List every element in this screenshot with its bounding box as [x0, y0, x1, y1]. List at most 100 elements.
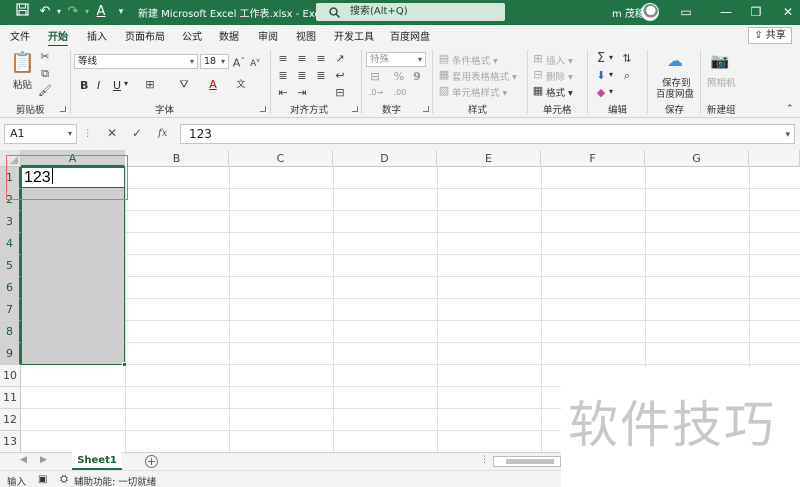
wrap-text-icon[interactable]: ↩ — [333, 69, 347, 83]
camera-icon[interactable]: 📷 — [709, 51, 731, 71]
clear-dropdown-icon[interactable]: ▾ — [609, 87, 613, 96]
number-launcher-icon[interactable] — [423, 106, 429, 112]
row-header-9[interactable]: 9 — [0, 343, 21, 365]
font-name-select[interactable]: 等线 ▾ — [74, 54, 198, 69]
row-header-6[interactable]: 6 — [0, 277, 21, 299]
avatar[interactable] — [641, 3, 659, 21]
autosum-dropdown-icon[interactable]: ▾ — [609, 53, 613, 62]
tab-baidu-netdisk[interactable]: 百度网盘 — [390, 28, 430, 43]
delete-cells-button[interactable]: 删除 ▾ — [546, 69, 573, 83]
row-header-11[interactable]: 11 — [0, 387, 21, 409]
row-header-13[interactable]: 13 — [0, 431, 21, 452]
next-sheet-icon[interactable]: ▶ — [40, 455, 47, 465]
align-middle-icon[interactable]: ≡ — [295, 52, 309, 66]
row-header-7[interactable]: 7 — [0, 299, 21, 321]
name-box[interactable]: A1 ▾ — [4, 124, 77, 144]
align-top-icon[interactable]: ≡ — [276, 52, 290, 66]
expand-formula-bar-icon[interactable]: ▾ — [785, 126, 790, 144]
fill-dropdown-icon[interactable]: ▾ — [609, 70, 613, 79]
number-format-select[interactable]: 特殊 ▾ — [366, 52, 426, 67]
cut-icon[interactable]: ✂ — [38, 50, 52, 64]
conditional-format-button[interactable]: 条件格式 ▾ — [452, 53, 498, 67]
tab-formulas[interactable]: 公式 — [182, 28, 202, 43]
percent-style-icon[interactable]: % — [392, 70, 406, 84]
fill-color-icon[interactable]: ⛛ — [176, 78, 192, 92]
decrease-decimal-icon[interactable]: .00 — [390, 86, 410, 100]
cell-styles-button[interactable]: 单元格样式 ▾ — [452, 85, 507, 99]
increase-font-icon[interactable]: A^ — [232, 54, 246, 71]
paste-icon[interactable]: 📋 — [10, 50, 35, 74]
phonetic-icon[interactable]: 文 — [234, 78, 248, 92]
close-icon[interactable]: ✕ — [768, 0, 800, 25]
column-header-d[interactable]: D — [333, 150, 437, 167]
font-color-quick-icon[interactable]: A — [92, 3, 110, 21]
collapse-ribbon-icon[interactable]: ⌃ — [786, 104, 794, 114]
tab-page-layout[interactable]: 页面布局 — [125, 28, 165, 43]
merge-center-icon[interactable]: ⊟ — [333, 86, 347, 100]
align-center-icon[interactable]: ≣ — [295, 69, 309, 83]
horizontal-scrollbar[interactable] — [493, 456, 561, 467]
share-button[interactable]: ⇪ 共享 — [748, 27, 792, 44]
underline-dropdown-icon[interactable]: ▾ — [124, 79, 128, 88]
column-header-e[interactable]: E — [437, 150, 541, 167]
baidu-netdisk-icon[interactable]: ☁ — [663, 51, 687, 71]
find-select-icon[interactable]: ⌕ — [619, 69, 635, 83]
align-right-icon[interactable]: ≣ — [314, 69, 328, 83]
paste-button[interactable]: 粘贴 — [13, 77, 32, 91]
font-size-select[interactable]: 18 ▾ — [200, 54, 229, 69]
font-launcher-icon[interactable] — [260, 106, 266, 112]
copy-icon[interactable]: ⧉ — [38, 67, 52, 81]
clipboard-launcher-icon[interactable] — [60, 106, 66, 112]
confirm-entry-icon[interactable]: ✓ — [132, 126, 142, 140]
accessibility-icon[interactable]: ⛭ — [60, 474, 68, 485]
tab-split-grip-icon[interactable]: ⋮ — [480, 455, 489, 465]
tab-data[interactable]: 数据 — [219, 28, 239, 43]
orientation-icon[interactable]: ↗ — [333, 52, 347, 66]
comma-style-icon[interactable]: 9 — [410, 70, 424, 84]
insert-function-icon[interactable]: fx — [158, 128, 167, 139]
align-left-icon[interactable]: ≣ — [276, 69, 290, 83]
user-name[interactable]: m 茂稼 — [612, 5, 645, 20]
sort-filter-icon[interactable]: ⇅ — [619, 52, 635, 66]
increase-decimal-icon[interactable]: .0→ — [366, 86, 386, 100]
accessibility-status[interactable]: 辅助功能: 一切就绪 — [74, 474, 156, 487]
prev-sheet-icon[interactable]: ◀ — [20, 455, 27, 465]
sheet-tab-sheet1[interactable]: Sheet1 — [72, 452, 122, 470]
autosum-icon[interactable]: Σ — [594, 52, 608, 66]
add-sheet-icon[interactable]: + — [145, 455, 158, 468]
cancel-entry-icon[interactable]: ✕ — [107, 126, 117, 140]
macro-record-icon[interactable]: ▣ — [38, 474, 47, 485]
format-cells-button[interactable]: 格式 ▾ — [546, 85, 573, 99]
tab-insert[interactable]: 插入 — [87, 28, 107, 43]
camera-button[interactable]: 照相机 — [707, 75, 736, 89]
clear-icon[interactable]: ◆ — [594, 86, 608, 100]
column-header-g[interactable]: G — [645, 150, 749, 167]
borders-icon[interactable]: ⊞ — [142, 78, 158, 92]
fill-icon[interactable]: ⬇ — [594, 69, 608, 83]
customize-quick-access-icon[interactable]: ▾ — [112, 3, 130, 21]
italic-button[interactable]: I — [97, 79, 100, 92]
accounting-format-icon[interactable]: ⊟ — [366, 70, 384, 84]
column-header-c[interactable]: C — [229, 150, 333, 167]
row-header-4[interactable]: 4 — [0, 233, 21, 255]
formula-input[interactable]: 123 ▾ — [180, 124, 795, 144]
underline-button[interactable]: U — [113, 79, 121, 92]
increase-indent-icon[interactable]: ⇥ — [295, 86, 309, 100]
row-header-5[interactable]: 5 — [0, 255, 21, 277]
row-header-8[interactable]: 8 — [0, 321, 21, 343]
row-header-10[interactable]: 10 — [0, 365, 21, 387]
decrease-font-icon[interactable]: Av — [248, 54, 262, 71]
bold-button[interactable]: B — [80, 79, 88, 92]
tab-file[interactable]: 文件 — [10, 28, 30, 43]
format-as-table-button[interactable]: 套用表格格式 ▾ — [452, 69, 517, 83]
tab-view[interactable]: 视图 — [296, 28, 316, 43]
ribbon-display-options-icon[interactable]: ▭ — [666, 0, 706, 25]
alignment-launcher-icon[interactable] — [352, 106, 358, 112]
align-bottom-icon[interactable]: ≡ — [314, 52, 328, 66]
column-header-f[interactable]: F — [541, 150, 645, 167]
tab-home[interactable]: 开始 — [48, 28, 68, 47]
column-header-b[interactable]: B — [125, 150, 229, 167]
tab-review[interactable]: 审阅 — [258, 28, 278, 43]
font-color-icon[interactable]: A — [206, 78, 220, 92]
save-to-label-2[interactable]: 百度网盘 — [656, 86, 694, 100]
